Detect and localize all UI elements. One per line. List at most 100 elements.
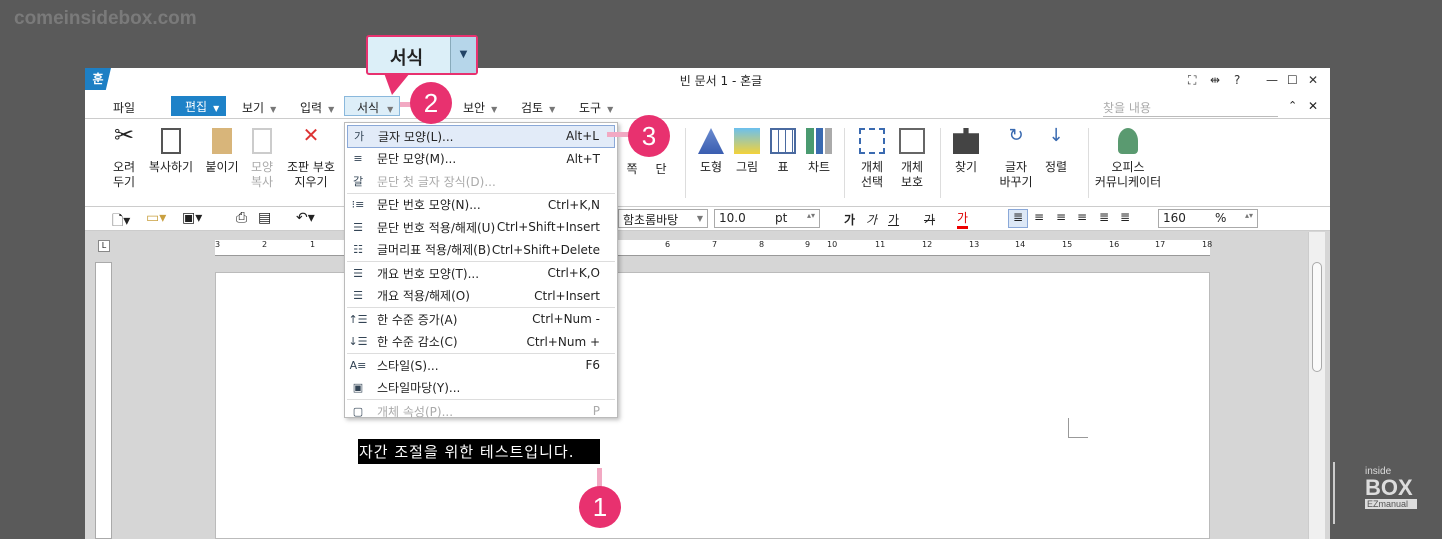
- page-button[interactable]: 쪽: [612, 162, 652, 177]
- align-right-button[interactable]: ≡: [1077, 210, 1087, 224]
- italic-button[interactable]: 가: [866, 211, 877, 228]
- align-left-button[interactable]: ≡: [1034, 210, 1044, 224]
- menu-edit[interactable]: 편집 ▼: [171, 96, 226, 116]
- format-callout: 서식 ▼: [366, 35, 478, 75]
- zoom-input[interactable]: 160% ▴▾: [1158, 209, 1258, 228]
- cut-button[interactable]: ✂ 오려 두기: [110, 123, 138, 190]
- format-painter-button[interactable]: 모양 복사: [248, 128, 276, 190]
- menu-item[interactable]: ☷ 글머리표 적용/해제(B) Ctrl+Shift+Delete: [347, 239, 615, 262]
- close-search-icon[interactable]: ✕: [1308, 99, 1318, 113]
- picture-button[interactable]: 그림: [733, 128, 761, 175]
- picture-label: 그림: [735, 160, 759, 174]
- chart-button[interactable]: 차트: [805, 128, 833, 175]
- copy-button[interactable]: 복사하기: [148, 128, 194, 175]
- connector: [597, 468, 602, 488]
- menu-item[interactable]: ☰ 문단 번호 적용/해제(U) Ctrl+Shift+Insert: [347, 216, 615, 239]
- fullscreen-icon[interactable]: ⛶: [1188, 73, 1196, 88]
- paste-button[interactable]: 붙이기: [204, 128, 240, 175]
- ruler-tick-label: 8: [759, 240, 765, 249]
- underline-button[interactable]: 가: [888, 211, 899, 228]
- menu-item[interactable]: 가 글자 모양(L)... Alt+L: [347, 125, 615, 148]
- chevron-up-icon[interactable]: ⌃: [1288, 99, 1297, 112]
- maximize-button[interactable]: ☐: [1287, 73, 1298, 87]
- tab-type-icon[interactable]: L: [98, 240, 110, 252]
- menu-item[interactable]: ▢ 개체 속성(P)... P: [347, 400, 615, 423]
- ruler-tick-label: 18: [1202, 240, 1213, 249]
- column-button[interactable]: 단: [652, 162, 670, 177]
- font-size-input[interactable]: 10.0 pt ▴▾: [714, 209, 820, 228]
- protect-object-button[interactable]: 개체 보호: [898, 128, 926, 190]
- menu-item-icon: ↓☰: [348, 335, 368, 349]
- ruler-tick-label: 1: [310, 240, 316, 249]
- menu-item-icon: ☰: [353, 266, 363, 280]
- divider: [940, 128, 941, 198]
- menu-view[interactable]: 보기 ▼: [242, 99, 276, 116]
- cut-label: 오려 두기: [112, 160, 136, 189]
- select-object-icon: [859, 128, 885, 154]
- search-input[interactable]: 찾을 내용: [1103, 99, 1278, 117]
- align-center-button[interactable]: ≡: [1056, 210, 1066, 224]
- close-button[interactable]: ✕: [1308, 73, 1318, 87]
- font-size-value: 10.0: [719, 211, 746, 225]
- ruler-tick-label: 14: [1015, 240, 1026, 249]
- menu-item[interactable]: ≡ 문단 모양(M)... Alt+T: [347, 148, 615, 171]
- menu-item[interactable]: ☰ 개요 번호 모양(T)... Ctrl+K,O: [347, 262, 615, 285]
- menu-item[interactable]: 갈 문단 첫 글자 장식(D)...: [347, 170, 615, 193]
- ruler-tick-label: 10: [827, 240, 838, 249]
- menu-insert[interactable]: 입력 ▼: [300, 99, 334, 116]
- font-select[interactable]: 함초롬바탕 ▼: [618, 209, 708, 228]
- shape-button[interactable]: 도형: [697, 128, 725, 175]
- help-icon[interactable]: ?: [1234, 73, 1240, 87]
- replace-button[interactable]: ↻ 글자 바꾸기: [994, 127, 1038, 190]
- menu-file[interactable]: 파일: [113, 99, 135, 116]
- menu-item[interactable]: ☰ 개요 적용/해제(O) Ctrl+Insert: [347, 285, 615, 308]
- clear-markup-label: 조판 부호 지우기: [287, 160, 335, 189]
- strikethrough-button[interactable]: 가: [924, 211, 935, 228]
- menu-tools[interactable]: 도구 ▼: [579, 99, 613, 116]
- vertical-scrollbar[interactable]: [1308, 232, 1325, 539]
- font-name: 함초롬바탕: [623, 213, 679, 227]
- font-color-button[interactable]: 가: [957, 209, 969, 229]
- align-distribute-button[interactable]: ≣: [1099, 210, 1109, 224]
- menu-item[interactable]: A≡ 스타일(S)... F6: [347, 354, 615, 377]
- menu-security[interactable]: 보안 ▼: [463, 99, 497, 116]
- align-split-button[interactable]: ≣: [1120, 210, 1130, 224]
- menu-item-label: 문단 번호 모양(N)...: [377, 198, 481, 213]
- picture-icon: [734, 128, 760, 154]
- select-object-button[interactable]: 개체 선택: [858, 128, 886, 190]
- menu-item[interactable]: ⁝≡ 문단 번호 모양(N)... Ctrl+K,N: [347, 194, 615, 217]
- open-icon[interactable]: ▭▾: [146, 210, 166, 226]
- chevron-down-icon: ▼: [696, 214, 703, 223]
- find-button[interactable]: 찾기: [952, 128, 980, 175]
- menu-item[interactable]: ↑☰ 한 수준 증가(A) Ctrl+Num -: [347, 308, 615, 331]
- align-justify-button[interactable]: ≣: [1008, 209, 1028, 228]
- print-icon[interactable]: ⎙: [236, 210, 247, 226]
- menu-item-icon: ☰: [353, 289, 363, 303]
- preview-icon[interactable]: ▤: [258, 210, 271, 226]
- table-button[interactable]: 표: [769, 128, 797, 175]
- undo-icon[interactable]: ↶▾: [296, 210, 315, 226]
- menu-review[interactable]: 검토 ▼: [521, 99, 555, 116]
- vertical-ruler[interactable]: [95, 262, 112, 539]
- menu-item-shortcut: P: [592, 404, 600, 419]
- office-communicator-button[interactable]: 오피스 커뮤니케이터: [1092, 128, 1164, 190]
- bold-button[interactable]: 가: [844, 211, 855, 228]
- menu-view-label: 보기: [242, 101, 265, 115]
- save-icon[interactable]: ▣▾: [182, 210, 202, 226]
- menu-item-shortcut: Ctrl+K,O: [547, 266, 600, 281]
- menu-item[interactable]: ▣ 스타일마당(Y)...: [347, 377, 615, 400]
- menu-item-icon: ☷: [353, 243, 363, 257]
- spinner-icon[interactable]: ▴▾: [1245, 211, 1253, 220]
- menu-item[interactable]: ↓☰ 한 수준 감소(C) Ctrl+Num +: [347, 331, 615, 354]
- menu-format[interactable]: 서식 ▼: [344, 96, 400, 116]
- spinner-icon[interactable]: ▴▾: [807, 211, 815, 220]
- menu-tools-label: 도구: [579, 101, 602, 115]
- ruler-tick-label: 13: [969, 240, 980, 249]
- sort-button[interactable]: ↓ 정렬: [1042, 127, 1070, 175]
- selected-text[interactable]: 자간 조절을 위한 테스트입니다.: [358, 439, 600, 464]
- minimize-button[interactable]: —: [1266, 73, 1278, 87]
- clear-markup-button[interactable]: ✕ 조판 부호 지우기: [284, 125, 338, 190]
- scrollbar-thumb[interactable]: [1312, 262, 1322, 372]
- chevron-down-icon: ▼: [491, 105, 498, 114]
- resize-icon[interactable]: ⇹: [1210, 73, 1220, 87]
